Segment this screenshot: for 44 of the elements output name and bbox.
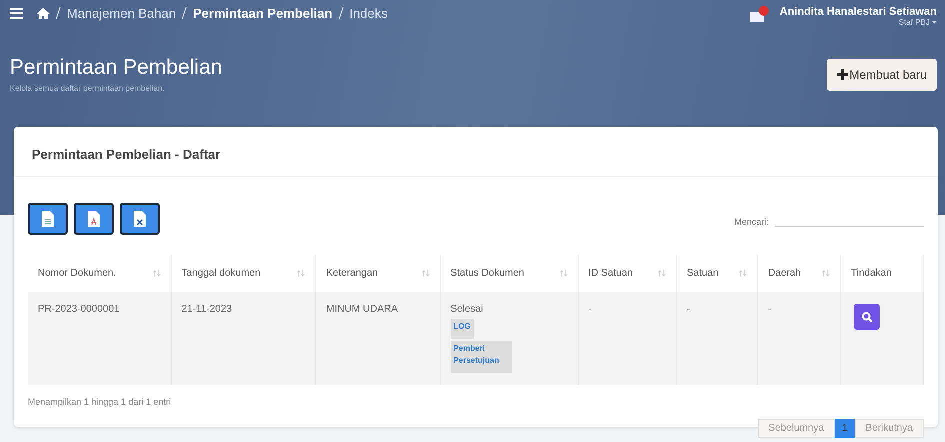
page-subtitle: Kelola semua daftar permintaan pembelian. [10,84,166,93]
export-pdf-button[interactable] [74,203,114,235]
column-header: Tindakan [840,255,924,292]
slash-icon [56,7,61,19]
column-header[interactable]: Status Dokumen [440,255,578,292]
table-cell: - [676,292,758,385]
user-name[interactable]: Anindita Hanalestari Setiawan [780,6,937,18]
export-doc-button[interactable] [28,203,68,235]
excel-file-icon [134,211,146,227]
table-cell: - [578,292,676,385]
view-button[interactable] [854,304,880,330]
status-tag: LOG [450,319,474,339]
plus-icon [836,69,848,80]
home-icon[interactable] [37,8,50,18]
breadcrumb-item[interactable]: Indeks [350,6,388,20]
table-cell: PR-2023-0000001 [28,292,172,385]
column-header[interactable]: Daerah [758,255,841,292]
status-tag: Pemberi Persetujuan [450,341,512,373]
export-excel-button[interactable] [120,203,160,235]
create-button[interactable]: Membuat baru [826,58,937,90]
user-role[interactable]: Staf PBJ [898,18,930,26]
mail-icon[interactable] [750,6,770,24]
column-header[interactable]: Keterangan [316,255,440,292]
menu-icon[interactable] [10,8,23,18]
card-title: Permintaan Pembelian - Daftar [14,127,938,177]
entries-info: Menampilkan 1 hingga 1 dari 1 entri [28,397,172,407]
slash-icon [338,7,344,19]
doc-file-icon [42,211,54,227]
slash-icon [182,7,188,19]
page-title: Permintaan Pembelian [10,56,222,80]
column-header[interactable]: Nomor Dokumen. [28,255,172,292]
table-cell: MINUM UDARA [316,292,440,385]
column-header[interactable]: Tanggal dokumen [171,255,316,292]
status-text: Selesai [450,304,484,315]
caret-icon[interactable] [932,20,937,24]
search-label: Mencari: [734,217,769,227]
breadcrumb-item[interactable]: Permintaan Pembelian [193,6,333,20]
column-header[interactable]: ID Satuan [578,255,676,292]
search-icon [862,312,873,322]
table-cell: - [758,292,841,385]
table-cell: 21-11-2023 [171,292,316,385]
column-header[interactable]: Satuan [676,255,758,292]
pdf-file-icon [88,211,100,227]
breadcrumb-item[interactable]: Manajemen Bahan [67,6,176,20]
